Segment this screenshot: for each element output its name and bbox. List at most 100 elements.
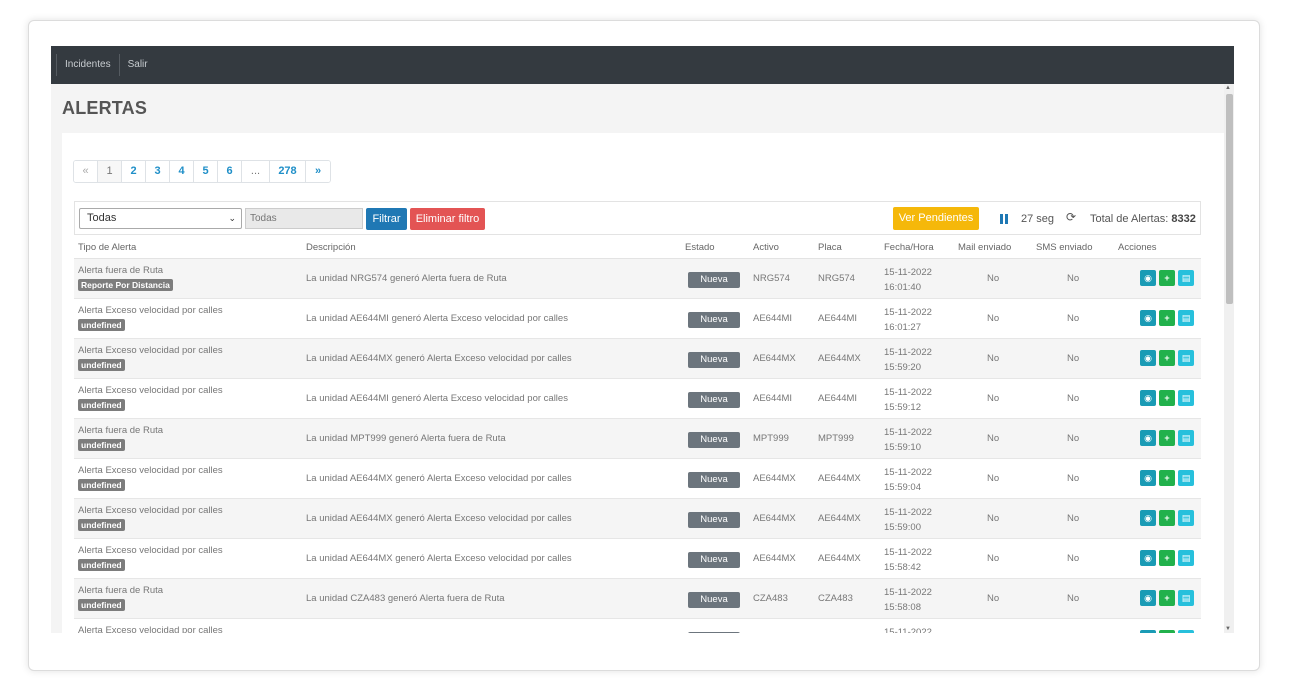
sms-sent: No [1067, 353, 1080, 364]
page-1[interactable]: 1 [98, 161, 122, 182]
datetime: 15-11-2022 15:59:10 [884, 425, 932, 455]
mail-sent: No [987, 353, 1000, 364]
th-placa: Placa [818, 242, 842, 253]
clipboard-icon[interactable]: ▤ [1178, 390, 1194, 406]
alert-type-select[interactable]: Todas ⌄ [79, 208, 242, 229]
clipboard-icon[interactable]: ▤ [1178, 270, 1194, 286]
alert-type: Alerta Exceso velocidad por calles [78, 625, 223, 633]
row-actions: ◉+▤ [1140, 310, 1194, 326]
plus-icon[interactable]: + [1159, 430, 1175, 446]
refresh-icon[interactable]: ⟳ [1066, 210, 1076, 224]
page-next[interactable]: » [306, 161, 330, 182]
page-prev[interactable]: « [74, 161, 98, 182]
table-row: Alerta Exceso velocidad por calles undefi… [74, 539, 1201, 579]
eye-icon[interactable]: ◉ [1140, 390, 1156, 406]
nav-incidentes[interactable]: Incidentes [56, 54, 119, 76]
nav-salir[interactable]: Salir [118, 54, 156, 76]
status-badge: Nueva [688, 432, 740, 448]
page-scrollbar[interactable]: ▲ ▼ [1224, 84, 1234, 633]
eye-icon[interactable]: ◉ [1140, 430, 1156, 446]
page-ellipsis: ... [242, 161, 270, 182]
clipboard-icon[interactable]: ▤ [1178, 630, 1194, 633]
row-actions: ◉+▤ [1140, 390, 1194, 406]
clipboard-icon[interactable]: ▤ [1178, 350, 1194, 366]
alert-type-cell: Alerta fuera de Ruta undefined [78, 425, 163, 451]
page-2[interactable]: 2 [122, 161, 146, 182]
plus-icon[interactable]: + [1159, 590, 1175, 606]
alert-subtype-badge: undefined [78, 599, 125, 611]
view-pending-button[interactable]: Ver Pendientes [893, 207, 979, 230]
plus-icon[interactable]: + [1159, 350, 1175, 366]
row-actions: ◉+▤ [1140, 270, 1194, 286]
clipboard-icon[interactable]: ▤ [1178, 470, 1194, 486]
eye-icon[interactable]: ◉ [1140, 350, 1156, 366]
scroll-thumb[interactable] [1226, 94, 1233, 304]
plus-icon[interactable]: + [1159, 310, 1175, 326]
top-navbar: Incidentes Salir [51, 46, 1234, 84]
description: La unidad NRG574 generó Alerta fuera de … [306, 273, 507, 284]
scroll-down-arrow-icon[interactable]: ▼ [1225, 626, 1231, 632]
clipboard-icon[interactable]: ▤ [1178, 430, 1194, 446]
alert-subtype-badge: Reporte Por Distancia [78, 279, 173, 291]
th-activo: Activo [753, 242, 779, 253]
eye-icon[interactable]: ◉ [1140, 550, 1156, 566]
sms-sent: No [1067, 593, 1080, 604]
filter-input[interactable] [245, 208, 363, 229]
plate: AE644MX [818, 553, 861, 564]
plus-icon[interactable]: + [1159, 270, 1175, 286]
table-row: Alerta fuera de Ruta undefined La unidad M… [74, 419, 1201, 459]
row-actions: ◉+▤ [1140, 470, 1194, 486]
datetime: 15-11-2022 15:58:08 [884, 585, 932, 615]
asset: AE644MX [753, 513, 796, 524]
th-acciones: Acciones [1118, 242, 1157, 253]
alert-type-cell: Alerta fuera de Ruta undefined [78, 585, 163, 611]
th-descripcion: Descripción [306, 242, 356, 253]
time: 15:58:42 [884, 562, 921, 573]
alert-type: Alerta Exceso velocidad por calles [78, 345, 223, 356]
eye-icon[interactable]: ◉ [1140, 630, 1156, 633]
plus-icon[interactable]: + [1159, 470, 1175, 486]
asset: AE644MI [753, 313, 793, 324]
plus-icon[interactable]: + [1159, 390, 1175, 406]
eye-icon[interactable]: ◉ [1140, 510, 1156, 526]
page-4[interactable]: 4 [170, 161, 194, 182]
datetime: 15-11-2022 15:59:12 [884, 385, 932, 415]
clipboard-icon[interactable]: ▤ [1178, 590, 1194, 606]
filter-button[interactable]: Filtrar [366, 208, 407, 230]
clipboard-icon[interactable]: ▤ [1178, 550, 1194, 566]
clipboard-icon[interactable]: ▤ [1178, 510, 1194, 526]
plus-icon[interactable]: + [1159, 630, 1175, 633]
eye-icon[interactable]: ◉ [1140, 270, 1156, 286]
plus-icon[interactable]: + [1159, 510, 1175, 526]
alert-type-cell: Alerta Exceso velocidad por calles undefi… [78, 305, 223, 331]
page-last[interactable]: 278 [270, 161, 306, 182]
time: 16:01:27 [884, 322, 921, 333]
page-6[interactable]: 6 [218, 161, 242, 182]
table-row: Alerta Exceso velocidad por calles undefi… [74, 339, 1201, 379]
page-5[interactable]: 5 [194, 161, 218, 182]
table-row: Alerta Exceso velocidad por calles undefi… [74, 379, 1201, 419]
status-badge: Nueva [688, 592, 740, 608]
pagination: « 1 2 3 4 5 6 ... 278 » [73, 160, 331, 183]
eye-icon[interactable]: ◉ [1140, 590, 1156, 606]
date: 15-11-2022 [884, 347, 932, 358]
date: 15-11-2022 [884, 547, 932, 558]
alert-type: Alerta Exceso velocidad por calles [78, 545, 223, 556]
pause-icon[interactable] [1000, 214, 1009, 224]
scroll-up-arrow-icon[interactable]: ▲ [1225, 85, 1231, 91]
eye-icon[interactable]: ◉ [1140, 310, 1156, 326]
plus-icon[interactable]: + [1159, 550, 1175, 566]
description: La unidad AE644MX generó Alerta Exceso v… [306, 553, 572, 564]
alert-type-cell: Alerta Exceso velocidad por calles undefi… [78, 545, 223, 571]
alert-subtype-badge: undefined [78, 319, 125, 331]
time: 16:01:40 [884, 282, 921, 293]
app-viewport: Incidentes Salir ALERTAS « 1 2 3 4 5 6 .… [51, 46, 1234, 633]
clipboard-icon[interactable]: ▤ [1178, 310, 1194, 326]
plate: CZA483 [818, 593, 853, 604]
page-3[interactable]: 3 [146, 161, 170, 182]
row-actions: ◉+▤ [1140, 590, 1194, 606]
clear-filter-button[interactable]: Eliminar filtro [410, 208, 485, 230]
date: 15-11-2022 [884, 507, 932, 518]
plate: NRG574 [818, 273, 855, 284]
eye-icon[interactable]: ◉ [1140, 470, 1156, 486]
